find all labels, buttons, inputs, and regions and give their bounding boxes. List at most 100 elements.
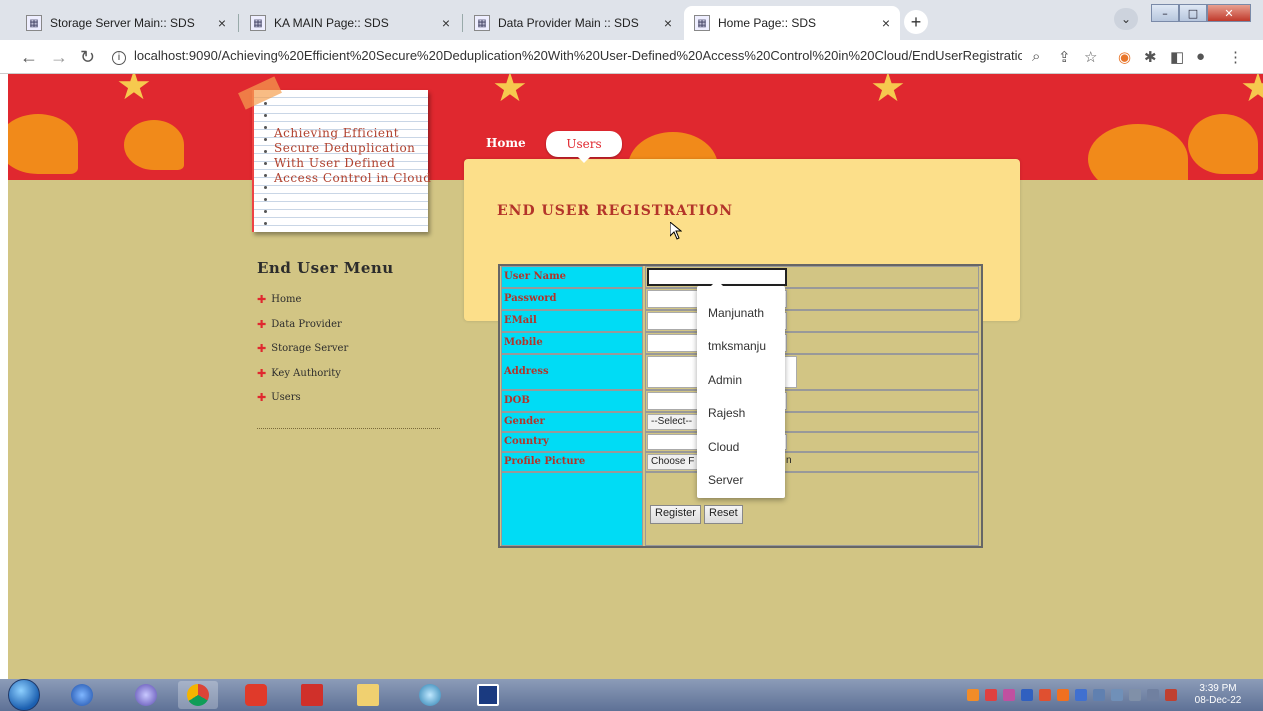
tab-separator (238, 14, 239, 32)
eclipse-taskbar-icon[interactable] (410, 681, 450, 709)
new-tab-button[interactable]: + (904, 10, 928, 34)
menu-item-data-provider[interactable]: ✚ Data Provider (257, 318, 342, 331)
app-taskbar-icon[interactable] (236, 681, 276, 709)
autocomplete-option[interactable]: Manjunath (708, 306, 764, 320)
menu-item-home[interactable]: ✚ Home (257, 293, 301, 306)
tray-icon[interactable] (985, 689, 997, 701)
tab-ka-main[interactable]: ▦ KA MAIN Page:: SDS × (240, 6, 460, 40)
menu-item-label: Data Provider (271, 319, 342, 330)
side-panel-icon[interactable]: ◧ (1170, 48, 1184, 66)
mobile-label: Mobile (501, 332, 643, 354)
extension-icon[interactable]: ◉ (1118, 48, 1131, 66)
dob-cell (645, 390, 979, 412)
muted-speaker-icon[interactable] (1165, 689, 1177, 701)
tab-title: Data Provider Main :: SDS (498, 16, 639, 30)
mouse-cursor-icon (670, 222, 682, 240)
network-icon[interactable] (1111, 689, 1123, 701)
menu-item-label: Home (271, 294, 302, 305)
end-user-menu-title: End User Menu (257, 259, 394, 277)
binder-dot (264, 210, 267, 213)
pdf-taskbar-icon[interactable] (292, 681, 332, 709)
actions-label-cell (501, 472, 643, 546)
tab-close-icon[interactable]: × (218, 15, 226, 31)
bookmark-star-icon[interactable]: ☆ (1084, 48, 1097, 66)
url-text: localhost:9090/Achieving%20Efficient%20S… (134, 48, 1022, 63)
site-info-icon[interactable]: i (112, 51, 126, 65)
tab-title: Home Page:: SDS (718, 16, 817, 30)
profile-avatar-icon[interactable]: ● (1196, 48, 1205, 65)
tray-icon[interactable] (1057, 689, 1069, 701)
clock-date: 08-Dec-22 (1194, 695, 1242, 706)
tray-icon[interactable] (1039, 689, 1051, 701)
menu-item-key-authority[interactable]: ✚ Key Authority (257, 367, 341, 380)
autocomplete-option[interactable]: Cloud (708, 440, 739, 454)
terminal-taskbar-icon[interactable] (468, 681, 508, 709)
back-arrow-icon[interactable]: ← (20, 47, 38, 68)
windows-taskbar: 3:39 PM 08-Dec-22 (0, 679, 1263, 711)
autocomplete-option[interactable]: tmksmanju (708, 339, 766, 353)
kebab-menu-icon[interactable]: ⋮ (1228, 48, 1243, 66)
gender-cell: --Select-- (645, 412, 979, 432)
ie-taskbar-icon[interactable] (62, 681, 102, 709)
tray-icon[interactable] (1021, 689, 1033, 701)
register-button[interactable]: Register (650, 505, 701, 524)
picture-label: Profile Picture (501, 452, 643, 472)
autocomplete-option[interactable]: Rajesh (708, 406, 745, 420)
battery-icon[interactable] (1147, 689, 1159, 701)
flower-decoration (1088, 124, 1188, 180)
zoom-icon[interactable]: ⌕ (1032, 48, 1040, 65)
flag-icon[interactable] (1093, 689, 1105, 701)
binder-dot (264, 174, 267, 177)
nav-users-link[interactable]: Users (546, 131, 622, 163)
tab-close-icon[interactable]: × (664, 15, 672, 31)
menu-item-users[interactable]: ✚ Users (257, 391, 301, 404)
reset-button[interactable]: Reset (704, 505, 743, 524)
tray-icon[interactable] (967, 689, 979, 701)
binder-dot (264, 150, 267, 153)
tray-icon[interactable] (1075, 689, 1087, 701)
star-decoration-icon: ★ (870, 74, 906, 111)
tab-storage-server[interactable]: ▦ Storage Server Main:: SDS × (16, 6, 236, 40)
arrow-bullet-icon: ✚ (257, 367, 267, 380)
autocomplete-option[interactable]: Server (708, 473, 743, 487)
share-icon[interactable]: ⇪ (1058, 48, 1071, 66)
tab-close-icon[interactable]: × (442, 15, 450, 31)
start-button-icon[interactable] (8, 679, 40, 711)
volume-icon[interactable] (1129, 689, 1141, 701)
web-page: ★ ★ ★ ★ Achieving Efficient Secure Dedup… (8, 74, 1263, 679)
autocomplete-option[interactable]: Admin (708, 373, 742, 387)
folder-taskbar-icon[interactable] (348, 681, 388, 709)
nav-home-link[interactable]: Home (486, 136, 526, 150)
reload-icon[interactable]: ↻ (80, 47, 95, 68)
binder-dot (264, 222, 267, 225)
maximize-icon[interactable]: □ (1179, 4, 1207, 22)
close-window-icon[interactable]: ✕ (1207, 4, 1251, 22)
menu-item-storage-server[interactable]: ✚ Storage Server (257, 342, 348, 355)
star-decoration-icon: ★ (492, 74, 528, 111)
forward-arrow-icon[interactable]: → (50, 47, 68, 68)
window-controls: – □ ✕ (1151, 4, 1251, 22)
tab-title: KA MAIN Page:: SDS (274, 16, 389, 30)
form-row-username: User Name (500, 266, 981, 288)
binder-dot (264, 114, 267, 117)
minimize-icon[interactable]: – (1151, 4, 1179, 22)
browser-tab-strip: ▦ Storage Server Main:: SDS × ▦ KA MAIN … (0, 0, 1263, 40)
chrome-taskbar-icon[interactable] (178, 681, 218, 709)
tray-icon[interactable] (1003, 689, 1015, 701)
page-title: END USER REGISTRATION (497, 203, 734, 219)
tab-data-provider[interactable]: ▦ Data Provider Main :: SDS × (464, 6, 682, 40)
binder-dot (264, 138, 267, 141)
flower-decoration (8, 114, 78, 174)
dob-label: DOB (501, 390, 643, 412)
tab-home-page[interactable]: ▦ Home Page:: SDS × (684, 6, 900, 40)
network-taskbar-icon[interactable] (126, 681, 166, 709)
country-cell (645, 432, 979, 452)
tab-close-icon[interactable]: × (882, 15, 890, 31)
address-cell (645, 354, 979, 390)
arrow-bullet-icon: ✚ (257, 342, 267, 355)
puzzle-extensions-icon[interactable]: ✱ (1144, 48, 1157, 66)
taskbar-clock[interactable]: 3:39 PM 08-Dec-22 (1183, 683, 1253, 707)
tab-search-chevron-icon[interactable]: ⌄ (1114, 8, 1138, 30)
url-field[interactable]: i localhost:9090/Achieving%20Efficient%20… (112, 48, 1022, 68)
page-favicon-icon: ▦ (26, 15, 42, 31)
